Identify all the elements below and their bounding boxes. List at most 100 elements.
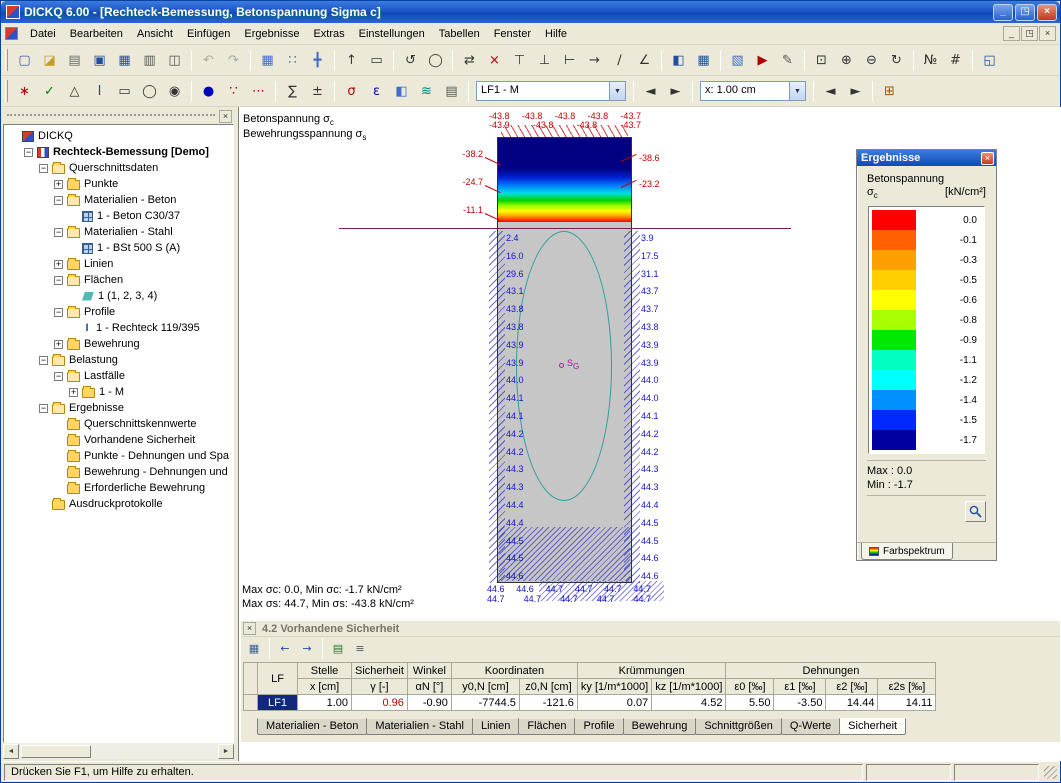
save-all-icon[interactable]: ▦ [113,49,136,72]
tree-item-flächen[interactable]: −Flächen [4,272,233,288]
restore-button[interactable]: ◳ [1015,4,1035,21]
table-row[interactable]: LF11.000.96-0.90-7744.5-121.60.074.525.5… [244,695,936,711]
tree-item-1-rechteck-119-395[interactable]: I1 - Rechteck 119/395 [4,320,233,336]
open-icon[interactable]: ◪ [38,49,61,72]
x-next-icon[interactable]: ► [844,80,867,103]
result-legend-icon[interactable]: ▤ [440,80,463,103]
loadcase-combo[interactable]: LF1 - M▼ [476,81,626,101]
collapse-icon[interactable]: − [39,164,48,173]
tree-item-1-beton-c30-37[interactable]: 1 - Beton C30/37 [4,208,233,224]
menu-einstellungen[interactable]: Einstellungen [352,25,432,43]
move-icon[interactable]: → [583,49,606,72]
table-cell[interactable]: 5.50 [726,695,774,711]
align-top-icon[interactable]: ⊤ [508,49,531,72]
menu-tabellen[interactable]: Tabellen [432,25,487,43]
scroll-left-icon[interactable]: ◄ [3,744,19,759]
circle-tool-icon[interactable]: ◯ [138,80,161,103]
menu-fenster[interactable]: Fenster [487,25,538,43]
resize-grip[interactable] [1044,766,1057,779]
tree-item-querschnittskennwerte[interactable]: Querschnittskennwerte [4,416,233,432]
calc-params-icon[interactable]: ± [306,80,329,103]
tree-item-dickq[interactable]: DICKQ [4,128,233,144]
collapse-icon[interactable]: − [54,228,63,237]
expand-icon[interactable]: + [69,388,78,397]
tab-q-werte[interactable]: Q-Werte [781,718,840,735]
result-isoline-icon[interactable]: ≋ [415,80,438,103]
close-button[interactable]: × [1037,4,1057,21]
tree-item-linien[interactable]: +Linien [4,256,233,272]
mirror-icon[interactable]: ⇄ [458,49,481,72]
x-position-combo[interactable]: x: 1.00 cm▼ [700,81,806,101]
menu-extras[interactable]: Extras [306,25,351,43]
tree-item-erforderliche-bewehrung[interactable]: Erforderliche Bewehrung [4,480,233,496]
scroll-right-icon[interactable]: ► [218,744,234,759]
table-panel-close-button[interactable]: × [243,622,256,635]
loadcase-next-icon[interactable]: ► [664,80,687,103]
navigator-close-button[interactable]: × [219,110,232,123]
collapse-icon[interactable]: − [24,148,33,157]
tree-item-punkte[interactable]: +Punkte [4,176,233,192]
tree-item-querschnittsdaten[interactable]: −Querschnittsdaten [4,160,233,176]
node-dot-icon[interactable]: ● [197,80,220,103]
minimize-button[interactable]: _ [993,4,1013,21]
align-bottom-icon[interactable]: ⊥ [533,49,556,72]
tab-materialien-beton[interactable]: Materialien - Beton [257,718,367,735]
x-prev-icon[interactable]: ◄ [819,80,842,103]
loadcase-prev-icon[interactable]: ◄ [639,80,662,103]
result-diagram-icon[interactable]: ◧ [390,80,413,103]
menu-einfügen[interactable]: Einfügen [180,25,237,43]
tree-item-belastung[interactable]: −Belastung [4,352,233,368]
section-icon[interactable]: I [88,80,111,103]
loadcase-cell[interactable]: LF1 [258,695,298,711]
renumber-icon[interactable]: № [919,49,942,72]
polygon-icon[interactable]: △ [63,80,86,103]
menu-ansicht[interactable]: Ansicht [130,25,180,43]
tree-item-rechteck-bemessung-demo[interactable]: −Rechteck-Bemessung [Demo] [4,144,233,160]
numbering-icon[interactable]: # [944,49,967,72]
results-panel-close-button[interactable]: × [981,152,994,165]
tree-item-ergebnisse[interactable]: −Ergebnisse [4,400,233,416]
rotate-icon[interactable]: ↺ [399,49,422,72]
tab-materialien-stahl[interactable]: Materialien - Stahl [366,718,473,735]
tree-item-lastfälle[interactable]: −Lastfälle [4,368,233,384]
tree-item-bewehrung-dehnungen-und[interactable]: Bewehrung - Dehnungen und [4,464,233,480]
expand-icon[interactable]: + [54,180,63,189]
menu-datei[interactable]: Datei [23,25,63,43]
table-cell[interactable]: -7744.5 [451,695,519,711]
annotate-icon[interactable]: ✎ [776,49,799,72]
import-icon[interactable]: ▤ [63,49,86,72]
point-row-icon[interactable]: ⋯ [247,80,270,103]
tab-bewehrung[interactable]: Bewehrung [623,718,697,735]
tab-profile[interactable]: Profile [574,718,623,735]
shape-tool-icon[interactable]: ◉ [163,80,186,103]
expand-icon[interactable]: + [54,340,63,349]
grid-points-icon[interactable]: ∷ [281,49,304,72]
tree-item-materialien-beton[interactable]: −Materialien - Beton [4,192,233,208]
table-cell[interactable]: 0.07 [577,695,651,711]
table-cell[interactable]: 4.52 [652,695,726,711]
collapse-icon[interactable]: − [39,404,48,413]
toolbar-grip[interactable] [5,49,8,71]
tree-item-1-1-2-3-4[interactable]: 1 (1, 2, 3, 4) [4,288,233,304]
zoom-window-icon[interactable]: ⊡ [810,49,833,72]
grid-icon[interactable]: ▦ [256,49,279,72]
divide-icon[interactable]: ∕ [608,49,631,72]
toolbar-grip[interactable] [5,80,8,102]
tree-hscrollbar[interactable]: ◄ ► [3,743,234,759]
table-cell[interactable]: 1.00 [298,695,352,711]
collapse-icon[interactable]: − [54,308,63,317]
insert-node-icon[interactable]: ↑ [340,49,363,72]
check-icon[interactable]: ✓ [38,80,61,103]
arrange-windows-icon[interactable]: ◱ [978,49,1001,72]
print-preview-icon[interactable]: ◫ [163,49,186,72]
result-values-icon[interactable]: ▶ [751,49,774,72]
next-result-icon[interactable]: → [297,639,317,659]
panel-grip[interactable] [7,114,215,118]
tab-farbspektrum[interactable]: Farbspektrum [861,543,953,560]
control-panel-icon[interactable]: ◧ [667,49,690,72]
mdi-minimize-button[interactable]: _ [1003,26,1020,41]
filter-icon[interactable]: ≡ [350,639,370,659]
chevron-down-icon[interactable]: ▼ [609,82,625,100]
print-icon[interactable]: ▥ [138,49,161,72]
table-cell[interactable]: -0.90 [407,695,451,711]
